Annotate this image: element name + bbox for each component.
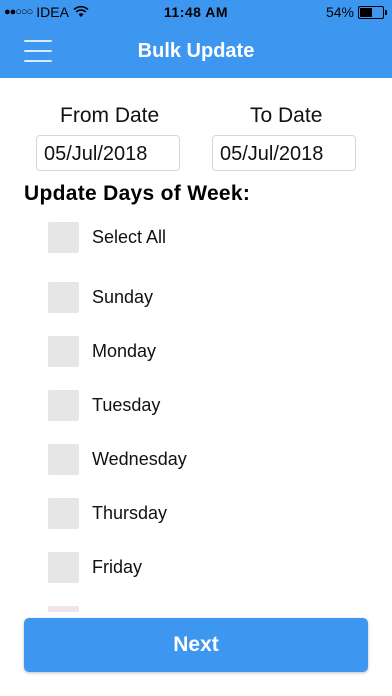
select-all-row[interactable]: Select All — [48, 222, 166, 253]
day-row-wednesday[interactable]: Wednesday — [48, 444, 187, 475]
day-label: Friday — [92, 557, 143, 577]
monday-checkbox[interactable] — [48, 336, 79, 367]
day-label: Monday — [92, 341, 157, 361]
day-label: Tuesday — [92, 395, 161, 415]
day-label: Sunday — [92, 287, 154, 307]
select-all-label: Select All — [92, 227, 167, 247]
tuesday-checkbox[interactable] — [48, 390, 79, 421]
battery-percent: 54% — [325, 4, 354, 20]
day-row-monday[interactable]: Monday — [48, 336, 156, 367]
day-row-sunday[interactable]: Sunday — [48, 282, 153, 313]
day-label: Wednesday — [92, 449, 187, 469]
next-button[interactable]: Next — [24, 618, 368, 672]
battery-level — [360, 7, 372, 17]
to-date-field[interactable]: 05/Jul/2018 — [212, 135, 356, 171]
battery-icon — [358, 5, 387, 19]
day-row-friday[interactable]: Friday — [48, 552, 142, 583]
day-row-tuesday[interactable]: Tuesday — [48, 390, 160, 421]
page-title: Bulk Update — [137, 40, 255, 62]
select-all-checkbox[interactable] — [48, 222, 79, 253]
status-bar-right: 54% — [325, 4, 387, 20]
from-date-label: From Date — [60, 104, 160, 127]
friday-checkbox[interactable] — [48, 552, 79, 583]
wednesday-checkbox[interactable] — [48, 444, 79, 475]
next-checkbox-peek — [48, 606, 79, 612]
section-title: Update Days of Week: — [24, 182, 251, 205]
thursday-checkbox[interactable] — [48, 498, 79, 529]
status-bar: ●●○○○ IDEA 11:48 AM 54% — [0, 0, 392, 24]
from-date-field[interactable]: 05/Jul/2018 — [36, 135, 180, 171]
to-date-label: To Date — [250, 104, 323, 127]
nav-bar: Bulk Update — [0, 24, 392, 78]
day-label: Thursday — [92, 503, 168, 523]
sunday-checkbox[interactable] — [48, 282, 79, 313]
day-row-thursday[interactable]: Thursday — [48, 498, 167, 529]
